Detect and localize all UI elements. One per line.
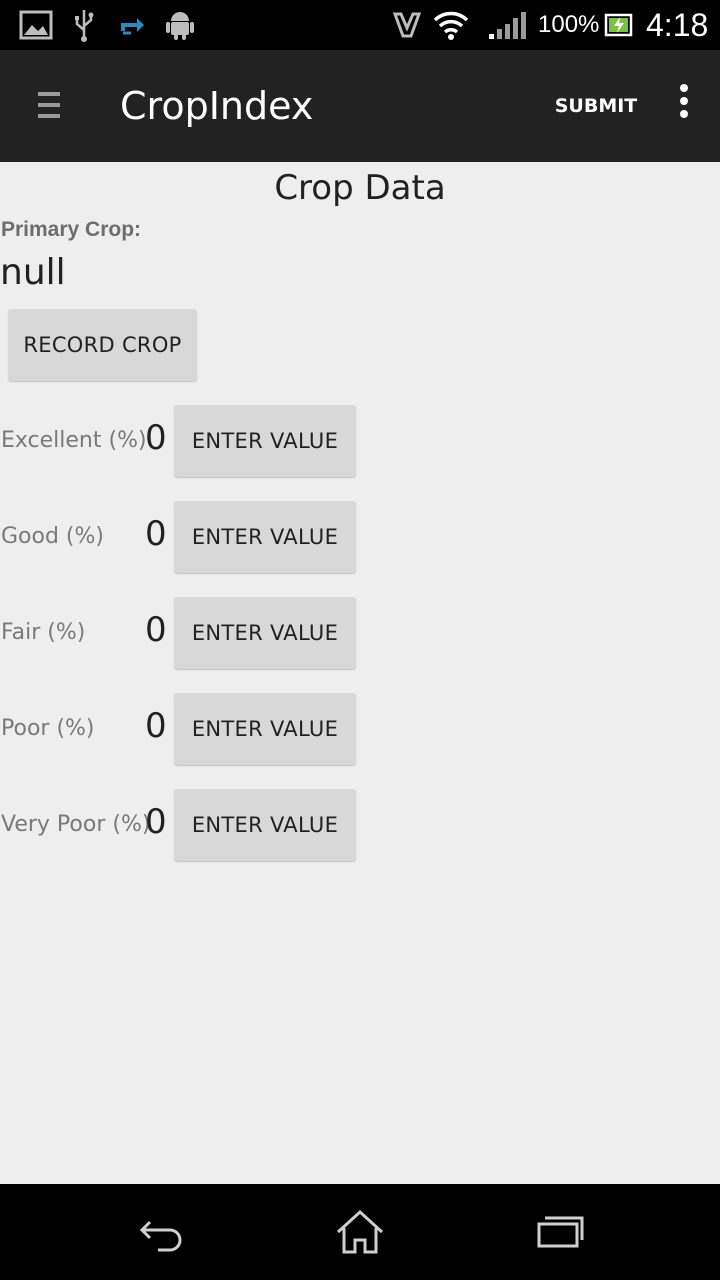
battery-percent: 100%: [538, 11, 600, 38]
rating-value: 0: [145, 802, 167, 842]
submit-button[interactable]: SUBMIT: [546, 78, 646, 134]
back-icon[interactable]: [130, 1202, 190, 1262]
hamburger-icon[interactable]: [38, 92, 62, 122]
nfc-icon: [390, 8, 424, 42]
rating-value: 0: [145, 610, 167, 650]
status-bar: 100% 4:18: [0, 0, 720, 50]
rating-row-excellent: Excellent (%) 0 ENTER VALUE: [0, 405, 720, 477]
rating-row-good: Good (%) 0 ENTER VALUE: [0, 501, 720, 573]
rating-label: Excellent (%): [1, 428, 147, 453]
signal-icon: [486, 8, 530, 42]
action-bar: CropIndex SUBMIT: [0, 50, 720, 162]
rating-value: 0: [145, 418, 167, 458]
enter-value-button-excellent[interactable]: ENTER VALUE: [174, 405, 356, 477]
more-vertical-icon[interactable]: [672, 84, 696, 128]
clock: 4:18: [646, 7, 709, 43]
primary-crop-value: null: [0, 252, 66, 293]
rating-label: Poor (%): [1, 716, 95, 741]
android-debug-icon: [164, 8, 196, 42]
enter-value-button-good[interactable]: ENTER VALUE: [174, 501, 356, 573]
section-title: Crop Data: [274, 168, 446, 208]
rating-label: Fair (%): [1, 620, 86, 645]
navigation-bar: [0, 1184, 720, 1280]
app-title: CropIndex: [120, 84, 314, 128]
rating-row-poor: Poor (%) 0 ENTER VALUE: [0, 693, 720, 765]
rating-value: 0: [145, 514, 167, 554]
rating-value: 0: [145, 706, 167, 746]
home-icon[interactable]: [330, 1202, 390, 1262]
rating-row-very-poor: Very Poor (%) 0 ENTER VALUE: [0, 789, 720, 861]
rating-label: Good (%): [1, 524, 104, 549]
usb-icon: [70, 8, 98, 42]
rating-row-fair: Fair (%) 0 ENTER VALUE: [0, 597, 720, 669]
battery-icon: [604, 8, 634, 42]
rating-label: Very Poor (%): [1, 812, 151, 837]
wifi-icon: [432, 8, 470, 42]
primary-crop-label: Primary Crop:: [1, 218, 142, 241]
enter-value-button-very-poor[interactable]: ENTER VALUE: [174, 789, 356, 861]
record-crop-button[interactable]: RECORD CROP: [8, 309, 197, 381]
enter-value-button-fair[interactable]: ENTER VALUE: [174, 597, 356, 669]
crop-data-form: Crop Data Primary Crop: null RECORD CROP…: [0, 162, 720, 1184]
enter-value-button-poor[interactable]: ENTER VALUE: [174, 693, 356, 765]
recent-apps-icon[interactable]: [530, 1202, 590, 1262]
data-sync-icon: [116, 8, 148, 42]
gallery-icon: [18, 8, 54, 42]
